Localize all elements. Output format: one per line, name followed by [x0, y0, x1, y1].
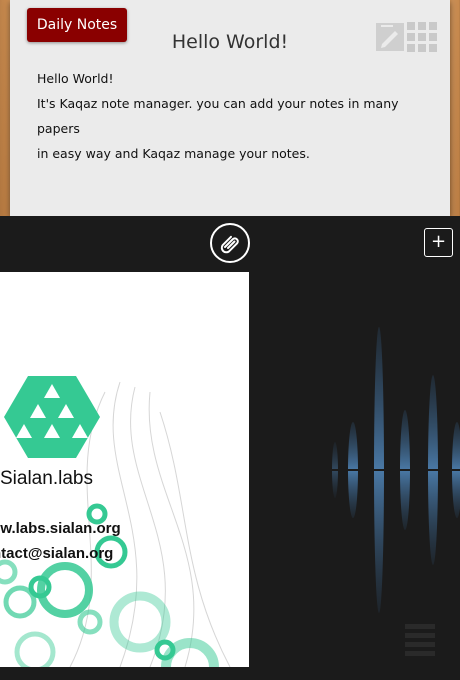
brand-name: Sialan.labs: [0, 468, 93, 489]
contact-line: ntact@sialan.org: [0, 545, 114, 562]
paper-title[interactable]: Hello World!: [160, 31, 300, 53]
paperclip-icon: [220, 235, 239, 254]
edit-icon[interactable]: [375, 22, 405, 52]
paper-body-text[interactable]: Hello World! It's Kaqaz note manager. yo…: [37, 66, 432, 166]
paper-body-line: Hello World!: [37, 71, 114, 86]
paper-body-line: in easy way and Kaqaz manage your notes.: [37, 146, 310, 161]
list-view-icon: [405, 624, 435, 660]
sialan-logo: [4, 376, 100, 458]
paper-category-label[interactable]: Daily Notes: [27, 8, 127, 42]
contact-info: vw.labs.sialan.org ntact@sialan.org: [0, 516, 121, 566]
paper-body-line: It's Kaqaz note manager. you can add you…: [37, 96, 399, 136]
audio-waveform[interactable]: [325, 320, 460, 620]
contact-line: vw.labs.sialan.org: [0, 520, 121, 537]
add-attachment-button[interactable]: +: [424, 228, 453, 257]
attach-button[interactable]: [210, 223, 250, 263]
image-attachment[interactable]: Sialan.labs vw.labs.sialan.org ntact@sia…: [0, 272, 249, 667]
grid-view-icon[interactable]: [407, 22, 437, 52]
